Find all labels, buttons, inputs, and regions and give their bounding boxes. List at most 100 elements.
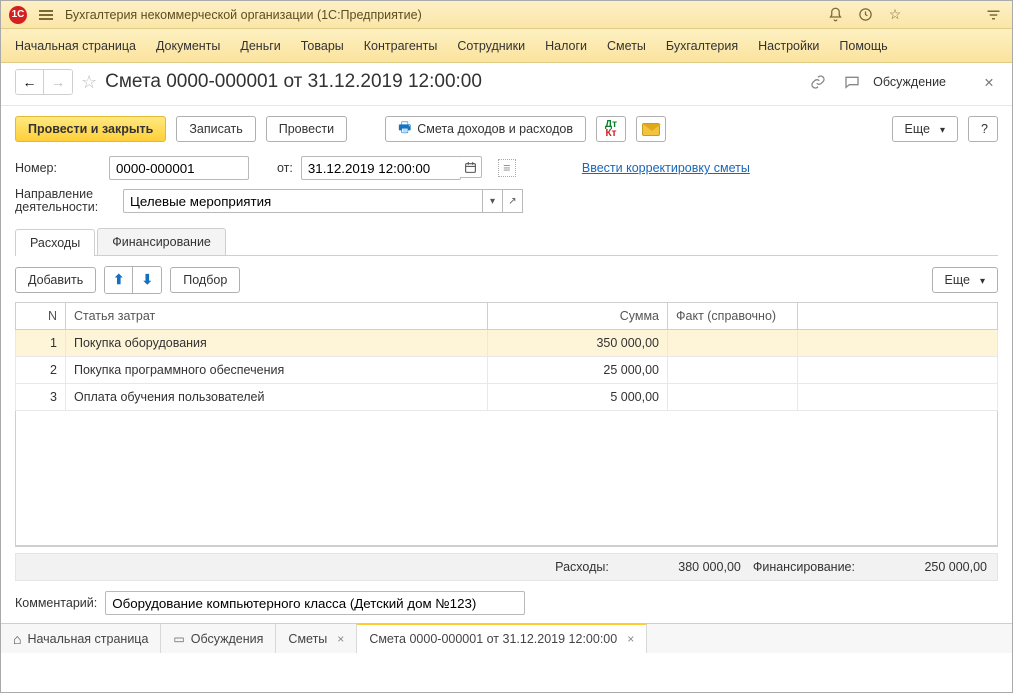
wtab-current[interactable]: Смета 0000-000001 от 31.12.2019 12:00:00… bbox=[357, 623, 647, 653]
move-row-buttons: ⬆ ⬇ bbox=[104, 266, 162, 294]
direction-open-button[interactable]: ↗ bbox=[503, 189, 523, 213]
col-sum[interactable]: Сумма bbox=[488, 303, 668, 330]
menu-accounting[interactable]: Бухгалтерия bbox=[666, 39, 738, 53]
menu-home[interactable]: Начальная страница bbox=[15, 39, 136, 53]
move-down-button[interactable]: ⬇ bbox=[133, 267, 161, 293]
number-label: Номер: bbox=[15, 161, 101, 175]
wtab-discussions-label: Обсуждения bbox=[191, 632, 264, 646]
menu-estimates[interactable]: Сметы bbox=[607, 39, 646, 53]
tab-financing[interactable]: Финансирование bbox=[97, 228, 226, 255]
star-icon[interactable]: ☆ bbox=[884, 4, 906, 26]
add-row-button[interactable]: Добавить bbox=[15, 267, 96, 293]
cell-n: 3 bbox=[16, 384, 66, 411]
cell-fact bbox=[668, 384, 798, 411]
nav-forward-button[interactable]: → bbox=[44, 70, 72, 94]
document-toolbar: Провести и закрыть Записать Провести 🖶 С… bbox=[1, 106, 1012, 152]
wtab-close-icon[interactable]: × bbox=[627, 632, 634, 646]
expenses-grid: N Статья затрат Сумма Факт (справочно) 1… bbox=[15, 302, 998, 547]
cell-fact bbox=[668, 330, 798, 357]
menu-help[interactable]: Помощь bbox=[839, 39, 887, 53]
printer-icon: 🖶 bbox=[398, 117, 411, 141]
menu-documents[interactable]: Документы bbox=[156, 39, 220, 53]
discuss-label[interactable]: Обсуждение bbox=[873, 75, 946, 89]
cell-sum: 350 000,00 bbox=[488, 330, 668, 357]
tab-expenses[interactable]: Расходы bbox=[15, 229, 95, 256]
menu-taxes[interactable]: Налоги bbox=[545, 39, 587, 53]
wtab-close-icon[interactable]: × bbox=[337, 632, 344, 646]
cell-spare bbox=[798, 357, 998, 384]
filter-icon[interactable] bbox=[982, 4, 1004, 26]
bell-icon[interactable] bbox=[824, 4, 846, 26]
menu-settings[interactable]: Настройки bbox=[758, 39, 819, 53]
menu-contractors[interactable]: Контрагенты bbox=[364, 39, 438, 53]
page-header: ← → ☆ Смета 0000-000001 от 31.12.2019 12… bbox=[1, 63, 1012, 106]
tab-panel-expenses: Добавить ⬆ ⬇ Подбор Еще N Статья затрат … bbox=[15, 255, 998, 547]
history-icon[interactable] bbox=[854, 4, 876, 26]
total-expenses-value: 380 000,00 bbox=[621, 560, 741, 574]
menu-employees[interactable]: Сотрудники bbox=[457, 39, 525, 53]
page-title: Смета 0000-000001 от 31.12.2019 12:00:00 bbox=[105, 71, 482, 93]
close-icon[interactable]: ✕ bbox=[976, 69, 1002, 95]
table-row[interactable]: 2 Покупка программного обеспечения 25 00… bbox=[16, 357, 998, 384]
app-title-bar: 1C Бухгалтерия некоммерческой организаци… bbox=[1, 1, 1012, 29]
mail-icon bbox=[642, 123, 660, 136]
col-n[interactable]: N bbox=[16, 303, 66, 330]
wtab-estimates[interactable]: Сметы × bbox=[276, 624, 357, 653]
post-and-close-button[interactable]: Провести и закрыть bbox=[15, 116, 166, 142]
wtab-current-label: Смета 0000-000001 от 31.12.2019 12:00:00 bbox=[369, 632, 617, 646]
logo-1c-icon: 1C bbox=[9, 6, 27, 24]
menu-goods[interactable]: Товары bbox=[301, 39, 344, 53]
save-button[interactable]: Записать bbox=[176, 116, 255, 142]
table-row[interactable]: 3 Оплата обучения пользователей 5 000,00 bbox=[16, 384, 998, 411]
window-tabbar: Начальная страница Обсуждения Сметы × См… bbox=[1, 623, 1012, 653]
total-expenses-label: Расходы: bbox=[555, 560, 609, 574]
pick-button[interactable]: Подбор bbox=[170, 267, 240, 293]
menu-money[interactable]: Деньги bbox=[240, 39, 280, 53]
favorite-star-icon[interactable]: ☆ bbox=[81, 72, 97, 93]
col-spare bbox=[798, 303, 998, 330]
post-button[interactable]: Провести bbox=[266, 116, 347, 142]
direction-input[interactable] bbox=[123, 189, 483, 213]
correction-link[interactable]: Ввести корректировку сметы bbox=[582, 161, 750, 175]
grid-header-row: N Статья затрат Сумма Факт (справочно) bbox=[16, 303, 998, 330]
wtab-discussions[interactable]: Обсуждения bbox=[161, 624, 276, 653]
direction-dropdown-button[interactable]: ▾ bbox=[483, 189, 503, 213]
totals-bar: Расходы: 380 000,00 Финансирование: 250 … bbox=[15, 553, 998, 581]
link-icon[interactable] bbox=[805, 69, 831, 95]
discuss-icon[interactable] bbox=[839, 69, 865, 95]
chat-icon bbox=[173, 632, 184, 646]
hamburger-icon[interactable] bbox=[35, 6, 57, 24]
col-fact[interactable]: Факт (справочно) bbox=[668, 303, 798, 330]
wtab-home-label: Начальная страница bbox=[27, 632, 148, 646]
app-title: Бухгалтерия некоммерческой организации (… bbox=[65, 8, 422, 22]
mail-button[interactable] bbox=[636, 116, 666, 142]
cell-item: Оплата обучения пользователей bbox=[66, 384, 488, 411]
direction-label: Направление деятельности: bbox=[15, 188, 115, 214]
cell-n: 2 bbox=[16, 357, 66, 384]
cell-sum: 25 000,00 bbox=[488, 357, 668, 384]
print-button[interactable]: 🖶 Смета доходов и расходов bbox=[385, 116, 586, 142]
home-icon bbox=[13, 631, 21, 647]
wtab-home[interactable]: Начальная страница bbox=[1, 624, 161, 653]
direction-combo: ▾ ↗ bbox=[123, 189, 523, 213]
form-aux-icon[interactable]: ≡ bbox=[498, 159, 516, 177]
table-toolbar: Добавить ⬆ ⬇ Подбор Еще bbox=[15, 266, 998, 302]
cell-sum: 5 000,00 bbox=[488, 384, 668, 411]
table-more-button[interactable]: Еще bbox=[932, 267, 998, 293]
main-menu: Начальная страница Документы Деньги Това… bbox=[1, 29, 1012, 63]
comment-input[interactable] bbox=[105, 591, 525, 615]
date-input[interactable] bbox=[301, 156, 461, 180]
table-row[interactable]: 1 Покупка оборудования 350 000,00 bbox=[16, 330, 998, 357]
move-up-button[interactable]: ⬆ bbox=[105, 267, 133, 293]
direction-row: Направление деятельности: ▾ ↗ bbox=[1, 184, 1012, 218]
dt-kt-button[interactable]: ДтКт bbox=[596, 116, 626, 142]
help-button[interactable]: ? bbox=[968, 116, 998, 142]
more-button[interactable]: Еще bbox=[892, 116, 958, 142]
col-item[interactable]: Статья затрат bbox=[66, 303, 488, 330]
nav-back-button[interactable]: ← bbox=[16, 70, 44, 94]
number-input[interactable] bbox=[109, 156, 249, 180]
cell-item: Покупка оборудования bbox=[66, 330, 488, 357]
calendar-icon[interactable] bbox=[460, 156, 482, 178]
from-label: от: bbox=[277, 161, 293, 175]
number-date-row: Номер: от: ≡ Ввести корректировку сметы bbox=[1, 152, 1012, 184]
